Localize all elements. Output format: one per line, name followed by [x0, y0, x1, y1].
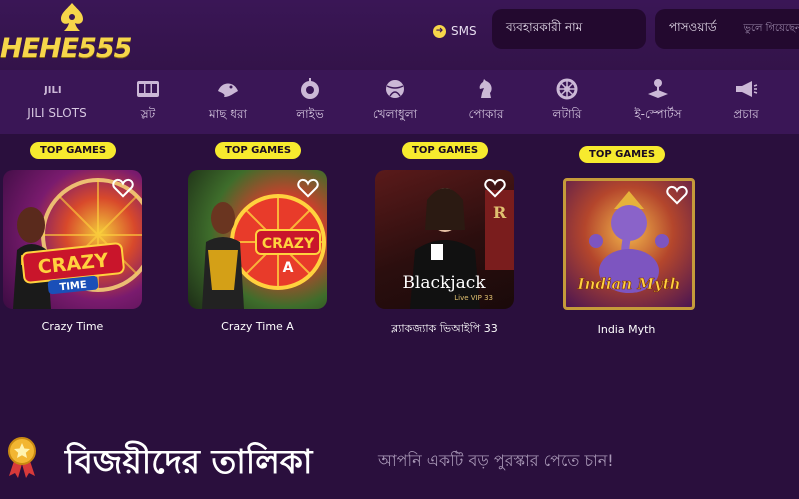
nav-label: ই-স্পোর্টস — [634, 107, 682, 121]
game-card-blackjack-vip-33[interactable]: TOP GAMES R Blackjack Live VIP 33 ব্ল্যা… — [375, 142, 520, 342]
favorite-heart-icon[interactable] — [666, 185, 688, 205]
nav-item-slots[interactable]: স্লট — [108, 70, 188, 134]
spade-icon — [61, 3, 83, 31]
winners-title: বিজয়ীদের তালিকা — [65, 442, 313, 481]
game-title: Crazy Time A — [221, 320, 294, 333]
joystick-icon — [643, 78, 673, 100]
game-title: Crazy Time — [41, 320, 104, 333]
nav-item-jili-slots[interactable]: JILI JILI SLOTS — [17, 70, 97, 134]
forgot-password-link[interactable]: ভুলে গিয়েছেন — [744, 21, 799, 38]
ball-icon — [380, 78, 410, 100]
game-thumbnail[interactable]: Indian Myth — [563, 178, 695, 310]
svg-text:TIME: TIME — [59, 280, 87, 294]
svg-text:Blackjack: Blackjack — [402, 273, 486, 293]
svg-text:CRAZY: CRAZY — [262, 236, 315, 252]
jili-icon: JILI — [42, 78, 72, 100]
medal-icon — [8, 437, 36, 478]
top-header: HEHE555 ➜ SMS ব্যবহারকারী নাম পাসওয়ার্ড… — [0, 0, 799, 70]
game-title: ব্ল্যাকজ্যাক ভিআইপি 33 — [391, 322, 498, 335]
game-card-crazy-time[interactable]: TOP GAMES CRAZY TIME Crazy Time — [3, 142, 148, 342]
username-placeholder: ব্যবহারকারী নাম — [506, 20, 583, 34]
nav-label: মাছ ধরা — [208, 107, 248, 121]
brand-name: HEHE555 — [0, 33, 132, 64]
top-games-badge: TOP GAMES — [30, 142, 117, 159]
nav-item-sports[interactable]: খেলাধুলা — [355, 70, 435, 134]
winners-section: বিজয়ীদের তালিকা আপনি একটি বড় পুরস্কার … — [0, 420, 799, 499]
winners-subtitle: আপনি একটি বড় পুরস্কার পেতে চান! — [378, 451, 614, 470]
nav-item-promotion[interactable]: প্রচার — [706, 70, 786, 134]
svg-text:JILI: JILI — [44, 85, 62, 95]
nav-label: স্লট — [140, 107, 156, 121]
password-placeholder: পাসওয়ার্ড — [669, 20, 717, 34]
nav-label: পোকার — [468, 107, 504, 121]
top-games-badge: TOP GAMES — [579, 146, 666, 163]
nav-label: JILI SLOTS — [27, 106, 87, 120]
top-games-badge: TOP GAMES — [215, 142, 302, 159]
nav-item-fishing[interactable]: মাছ ধরা — [188, 70, 268, 134]
favorite-heart-icon[interactable] — [112, 178, 134, 198]
svg-text:Live VIP 33: Live VIP 33 — [454, 294, 493, 302]
category-nav: JILI JILI SLOTS স্লট মাছ ধরা লাইভ খেলাধু… — [0, 70, 799, 134]
nav-label: লাইভ — [296, 107, 324, 121]
sms-login-link[interactable]: ➜ SMS — [433, 22, 477, 40]
game-thumbnail[interactable]: CRAZY A — [188, 170, 327, 309]
nav-label: লটারি — [552, 107, 582, 121]
nav-item-poker[interactable]: পোকার — [446, 70, 526, 134]
nav-item-esports[interactable]: ই-স্পোর্টস — [618, 70, 698, 134]
game-thumbnail[interactable]: R Blackjack Live VIP 33 — [375, 170, 514, 309]
top-games-badge: TOP GAMES — [402, 142, 489, 159]
nav-item-lottery[interactable]: লটারি — [527, 70, 607, 134]
favorite-heart-icon[interactable] — [484, 178, 506, 198]
fish-icon — [213, 78, 243, 100]
lottery-wheel-icon — [552, 78, 582, 100]
favorite-heart-icon[interactable] — [297, 178, 319, 198]
username-field[interactable]: ব্যবহারকারী নাম — [492, 9, 646, 49]
nav-label: খেলাধুলা — [372, 107, 418, 121]
chess-knight-icon — [471, 78, 501, 100]
game-card-india-myth[interactable]: TOP GAMES Indian Myth India Myth — [557, 142, 702, 342]
svg-text:Indian Myth: Indian Myth — [576, 275, 680, 293]
brand-logo[interactable]: HEHE555 — [0, 0, 150, 70]
password-field[interactable]: পাসওয়ার্ড ভুলে গিয়েছেন — [655, 9, 799, 49]
slot-machine-icon — [133, 78, 163, 100]
game-title: India Myth — [597, 323, 656, 336]
nav-item-live[interactable]: লাইভ — [270, 70, 350, 134]
svg-text:R: R — [493, 203, 507, 222]
nav-label: প্রচার — [733, 107, 759, 121]
game-thumbnail[interactable]: CRAZY TIME — [3, 170, 142, 309]
game-card-crazy-time-a[interactable]: TOP GAMES CRAZY A Crazy Time A — [188, 142, 333, 342]
svg-text:A: A — [283, 260, 294, 276]
arrow-right-icon: ➜ — [433, 24, 446, 38]
sms-label: SMS — [451, 24, 477, 38]
megaphone-icon — [731, 78, 761, 100]
roulette-icon — [295, 78, 325, 100]
